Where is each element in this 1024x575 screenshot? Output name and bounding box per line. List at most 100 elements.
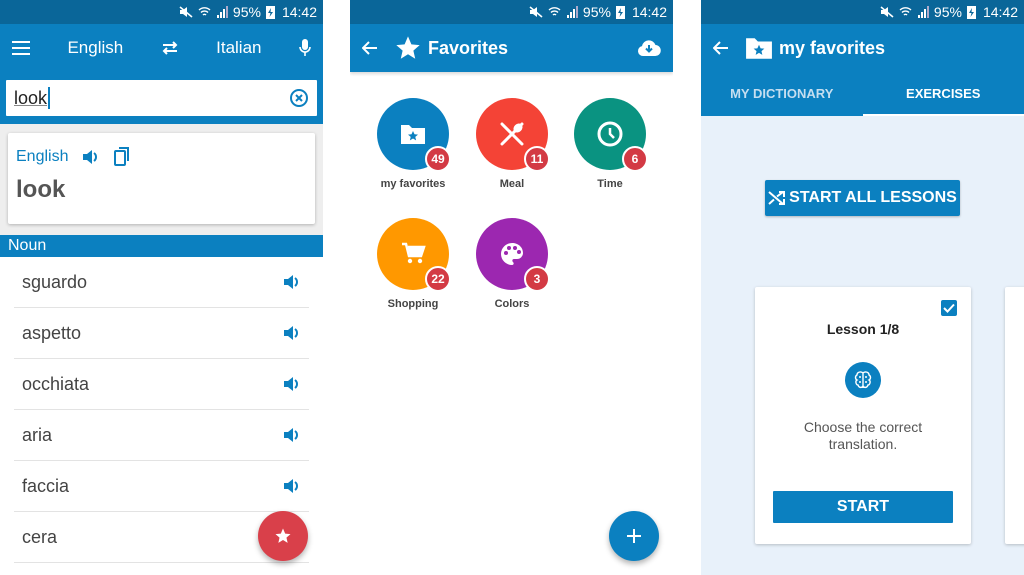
battery-charging-icon [265, 5, 275, 19]
cart-icon [402, 242, 426, 264]
translation-word: sguardo [22, 271, 88, 292]
battery-percent: 95% [232, 4, 261, 20]
folder-label: my favorites [380, 178, 446, 190]
search-input[interactable]: look [6, 80, 317, 116]
folder-count-badge: 49 [425, 146, 451, 172]
speaker-icon[interactable] [82, 149, 100, 165]
tab-bar: MY DICTIONARY EXERCISES [701, 72, 1024, 116]
copy-icon[interactable] [114, 147, 130, 166]
translation-item[interactable]: sguardo [14, 257, 309, 308]
speaker-icon[interactable] [283, 274, 301, 290]
wifi-icon [198, 7, 211, 16]
page-title: my favorites [779, 37, 886, 58]
clock-icon [597, 121, 623, 147]
star-icon [396, 36, 420, 59]
menu-icon[interactable] [12, 41, 30, 55]
folder-label: Shopping [387, 298, 439, 310]
folder-circle: 11 [476, 98, 550, 172]
signal-icon [216, 6, 228, 18]
folder-count-badge: 11 [524, 146, 550, 172]
add-folder-button[interactable] [609, 511, 659, 561]
folder-my-favorites[interactable]: 49 my favorites [368, 98, 458, 190]
translator-appbar: English Italian [0, 24, 323, 72]
battery-charging-icon [615, 5, 625, 19]
status-bar: 95% 14:42 [350, 0, 673, 24]
mute-icon [529, 6, 543, 18]
folder-meal[interactable]: 11 Meal [467, 98, 557, 190]
folder-circle: 6 [574, 98, 648, 172]
search-bar: look [0, 72, 323, 124]
lesson-title: Lesson 1/8 [826, 321, 900, 337]
lesson-start-button[interactable]: START [773, 491, 953, 523]
folder-count-badge: 6 [622, 146, 648, 172]
folder-circle: 22 [377, 218, 451, 292]
folder-label: Meal [499, 178, 525, 190]
signal-icon [917, 6, 929, 18]
target-language-selector[interactable]: Italian [216, 38, 261, 58]
lesson-card: Lesson 1/8 Choose the correct translatio… [755, 287, 971, 544]
translation-item[interactable]: aria [14, 410, 309, 461]
brain-icon [854, 371, 872, 389]
lesson-checkbox[interactable] [941, 300, 957, 316]
shuffle-icon [768, 191, 786, 205]
source-word: look [16, 176, 66, 203]
wifi-icon [899, 7, 912, 16]
translator-screen: 95% 14:42 English Italian look English l… [0, 0, 323, 575]
part-of-speech-header: Noun [0, 235, 323, 257]
clear-search-icon[interactable] [289, 88, 309, 108]
translation-word: faccia [22, 475, 70, 496]
signal-icon [566, 6, 578, 18]
add-favorite-button[interactable] [258, 511, 308, 561]
speaker-icon[interactable] [283, 427, 301, 443]
battery-percent: 95% [582, 4, 611, 20]
microphone-icon[interactable] [299, 39, 311, 57]
translation-word: cera [22, 526, 58, 547]
tab-my-dictionary[interactable]: MY DICTIONARY [701, 72, 863, 116]
lesson-type-badge [845, 362, 881, 398]
folder-time[interactable]: 6 Time [565, 98, 655, 190]
start-all-lessons-label: START ALL LESSONS [789, 189, 957, 206]
status-bar: 95% 14:42 [0, 0, 323, 24]
folder-colors[interactable]: 3 Colors [467, 218, 557, 310]
clock-time: 14:42 [281, 4, 317, 20]
favorites-screen: 95% 14:42 Favorites 49 my favorites 11 M… [350, 0, 673, 575]
tab-exercises[interactable]: EXERCISES [862, 72, 1024, 116]
page-title: Favorites [428, 37, 509, 58]
start-all-lessons-button[interactable]: START ALL LESSONS [765, 180, 960, 216]
search-input-value[interactable]: look [14, 87, 51, 109]
folder-exercises-screen: 95% 14:42 my favorites MY DICTIONARY EXE… [701, 0, 1024, 575]
battery-charging-icon [966, 5, 976, 19]
folder-shopping[interactable]: 22 Shopping [368, 218, 458, 310]
cloud-download-icon[interactable] [637, 39, 661, 57]
source-language-selector[interactable]: English [67, 38, 123, 58]
translation-item[interactable]: aspetto [14, 308, 309, 359]
translation-item[interactable]: faccia [14, 461, 309, 512]
plus-icon [627, 529, 641, 543]
star-icon [275, 528, 291, 543]
lesson-card-next[interactable] [1005, 287, 1024, 544]
source-word-card: English look [8, 133, 315, 224]
back-arrow-icon[interactable] [362, 41, 378, 55]
folder-count-badge: 22 [425, 266, 451, 292]
back-arrow-icon[interactable] [713, 41, 729, 55]
translation-word: aria [22, 424, 53, 445]
folder-label: Time [597, 178, 623, 190]
palette-icon [501, 243, 523, 265]
folder-star-icon [746, 38, 772, 59]
status-bar: 95% 14:42 [701, 0, 1024, 24]
speaker-icon[interactable] [283, 376, 301, 392]
translation-item[interactable]: occhiata [14, 359, 309, 410]
speaker-icon[interactable] [283, 478, 301, 494]
clock-time: 14:42 [982, 4, 1018, 20]
translation-word: aspetto [22, 322, 82, 343]
source-language-label: English [16, 147, 69, 165]
battery-percent: 95% [933, 4, 962, 20]
swap-languages-icon[interactable] [161, 41, 179, 55]
folder-label: Colors [494, 298, 530, 310]
speaker-icon[interactable] [283, 325, 301, 341]
checkmark-icon [943, 303, 955, 313]
folder-circle: 3 [476, 218, 550, 292]
mute-icon [179, 6, 193, 18]
translation-word: occhiata [22, 373, 90, 394]
utensils-icon [500, 122, 524, 146]
